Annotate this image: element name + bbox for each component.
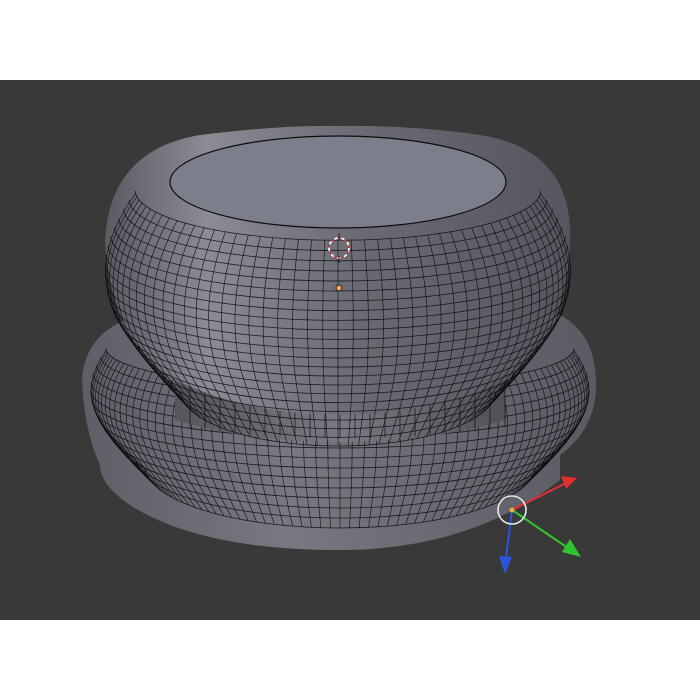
3d-viewport[interactable] (0, 80, 700, 620)
z-axis-arrow[interactable] (499, 556, 512, 574)
y-axis-handle[interactable] (511, 509, 569, 549)
gizmo-center (509, 507, 515, 513)
bottom-margin (0, 620, 700, 700)
x-axis-arrow[interactable] (561, 476, 577, 489)
z-axis-handle[interactable] (505, 509, 513, 559)
top-face (169, 135, 507, 229)
top-margin (0, 0, 700, 80)
y-axis-arrow[interactable] (562, 539, 581, 557)
object-origin[interactable] (335, 284, 343, 292)
viewport-scene[interactable] (0, 80, 700, 620)
